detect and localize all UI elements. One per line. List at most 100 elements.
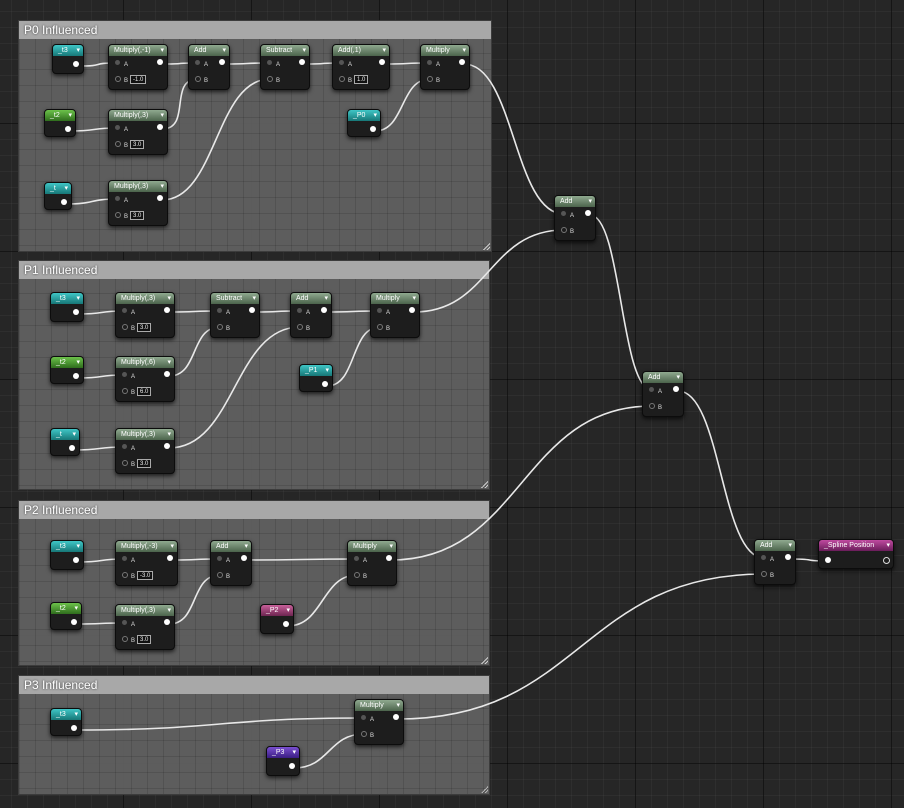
pin-b-value-field[interactable]: 6.0: [137, 387, 152, 396]
pin-b-value-field[interactable]: 3.0: [137, 323, 152, 332]
output-pin[interactable]: [73, 557, 79, 563]
node-sum1[interactable]: Add ▾ A B: [554, 195, 596, 241]
input-pin-b[interactable]: [339, 76, 345, 82]
node-p0-t3[interactable]: _t3 ▾: [52, 44, 84, 74]
node-p0-sub[interactable]: Subtract ▾ A B: [260, 44, 310, 90]
node-spline[interactable]: _Spline Position ▾: [818, 539, 894, 569]
node-p2-mul-n3[interactable]: Multiply(,-3) ▾ A B -3.0: [115, 540, 178, 586]
output-pin[interactable]: [219, 59, 225, 65]
output-pin[interactable]: [322, 381, 328, 387]
output-pin[interactable]: [883, 557, 890, 564]
chevron-down-icon[interactable]: ▾: [588, 196, 592, 207]
node-p2-t2[interactable]: _t2 ▾: [50, 602, 82, 630]
resize-grip-icon[interactable]: [481, 786, 488, 793]
node-p1-t[interactable]: _t ▾: [50, 428, 80, 456]
input-pin-a[interactable]: [122, 620, 127, 625]
wire-sum1-to-sum2[interactable]: [589, 214, 653, 391]
chevron-down-icon[interactable]: ▾: [160, 45, 164, 56]
input-pin-a[interactable]: [115, 125, 120, 130]
chevron-down-icon[interactable]: ▾: [64, 183, 68, 194]
output-pin[interactable]: [157, 124, 163, 130]
output-pin[interactable]: [164, 371, 170, 377]
input-pin-a[interactable]: [354, 556, 359, 561]
input-pin-b[interactable]: [361, 731, 367, 737]
input-pin-b[interactable]: [427, 76, 433, 82]
chevron-down-icon[interactable]: ▾: [286, 605, 290, 616]
pin-b-value-field[interactable]: 3.0: [137, 459, 152, 468]
input-pin-a[interactable]: [649, 387, 654, 392]
node-p0-mul-n1[interactable]: Multiply(,-1) ▾ A B -1.0: [108, 44, 168, 90]
node-p1-add[interactable]: Add ▾ A B: [290, 292, 332, 338]
output-pin[interactable]: [585, 210, 591, 216]
node-p1-mul[interactable]: Multiply ▾ A B: [370, 292, 420, 338]
chevron-down-icon[interactable]: ▾: [788, 540, 792, 551]
chevron-down-icon[interactable]: ▾: [167, 293, 171, 304]
input-pin-b[interactable]: [561, 227, 567, 233]
chevron-down-icon[interactable]: ▾: [252, 293, 256, 304]
output-pin[interactable]: [299, 59, 305, 65]
output-pin[interactable]: [379, 59, 385, 65]
input-pin-b[interactable]: [217, 324, 223, 330]
input-pin-a[interactable]: [761, 555, 766, 560]
output-pin[interactable]: [73, 61, 79, 67]
input-pin-b[interactable]: [122, 636, 128, 642]
resize-grip-icon[interactable]: [483, 243, 490, 250]
input-pin-b[interactable]: [354, 572, 360, 578]
chevron-down-icon[interactable]: ▾: [396, 700, 400, 711]
input-pin-b[interactable]: [217, 572, 223, 578]
output-pin[interactable]: [157, 59, 163, 65]
input-pin-b[interactable]: [115, 141, 121, 147]
input-pin-b[interactable]: [115, 76, 121, 82]
input-pin-b[interactable]: [122, 324, 128, 330]
node-p2-mul-3[interactable]: Multiply(,3) ▾ A B 3.0: [115, 604, 175, 650]
node-p0-mul[interactable]: Multiply ▾ A B: [420, 44, 470, 90]
output-pin[interactable]: [164, 443, 170, 449]
chevron-down-icon[interactable]: ▾: [389, 541, 393, 552]
input-pin-a[interactable]: [427, 60, 432, 65]
pin-b-value-field[interactable]: 1.0: [354, 75, 369, 84]
chevron-down-icon[interactable]: ▾: [324, 293, 328, 304]
input-pin-b[interactable]: [115, 212, 121, 218]
chevron-down-icon[interactable]: ▾: [170, 541, 174, 552]
input-pin-a[interactable]: [115, 60, 120, 65]
node-p1-t2[interactable]: _t2 ▾: [50, 356, 84, 384]
input-pin-b[interactable]: [761, 571, 767, 577]
output-pin[interactable]: [61, 199, 67, 205]
input-pin-a[interactable]: [361, 715, 366, 720]
wire-sum2-to-sum3[interactable]: [677, 390, 765, 559]
chevron-down-icon[interactable]: ▾: [373, 110, 377, 121]
node-p0-add[interactable]: Add ▾ A B: [188, 44, 230, 90]
node-p0-mul-3a[interactable]: Multiply(,3) ▾ A B 3.0: [108, 109, 168, 155]
input-pin-b[interactable]: [195, 76, 201, 82]
node-p2-mul[interactable]: Multiply ▾ A B: [347, 540, 397, 586]
chevron-down-icon[interactable]: ▾: [160, 110, 164, 121]
comment-p3-influenced[interactable]: P3 Influenced: [18, 675, 490, 795]
input-pin-a[interactable]: [377, 308, 382, 313]
input-pin-a[interactable]: [561, 211, 566, 216]
node-p0-t2[interactable]: _t2 ▾: [44, 109, 76, 137]
pin-b-value-field[interactable]: -1.0: [130, 75, 147, 84]
node-p3-mul[interactable]: Multiply ▾ A B: [354, 699, 404, 745]
input-pin-a[interactable]: [122, 372, 127, 377]
input-pin-a[interactable]: [122, 556, 127, 561]
output-pin[interactable]: [459, 59, 465, 65]
output-pin[interactable]: [249, 307, 255, 313]
output-pin[interactable]: [393, 714, 399, 720]
input-pin[interactable]: [825, 557, 831, 563]
output-pin[interactable]: [785, 554, 791, 560]
chevron-down-icon[interactable]: ▾: [167, 357, 171, 368]
pin-b-value-field[interactable]: 3.0: [137, 635, 152, 644]
chevron-down-icon[interactable]: ▾: [74, 709, 78, 720]
input-pin-b[interactable]: [122, 572, 128, 578]
node-p1-P1[interactable]: _P1 ▾: [299, 364, 333, 392]
chevron-down-icon[interactable]: ▾: [76, 45, 80, 56]
pin-b-value-field[interactable]: -3.0: [137, 571, 154, 580]
node-sum2[interactable]: Add ▾ A B: [642, 371, 684, 417]
node-p2-P2[interactable]: _P2 ▾: [260, 604, 294, 634]
chevron-down-icon[interactable]: ▾: [74, 603, 78, 614]
chevron-down-icon[interactable]: ▾: [76, 541, 80, 552]
output-pin[interactable]: [370, 126, 376, 132]
output-pin[interactable]: [71, 619, 77, 625]
output-pin[interactable]: [321, 307, 327, 313]
chevron-down-icon[interactable]: ▾: [676, 372, 680, 383]
